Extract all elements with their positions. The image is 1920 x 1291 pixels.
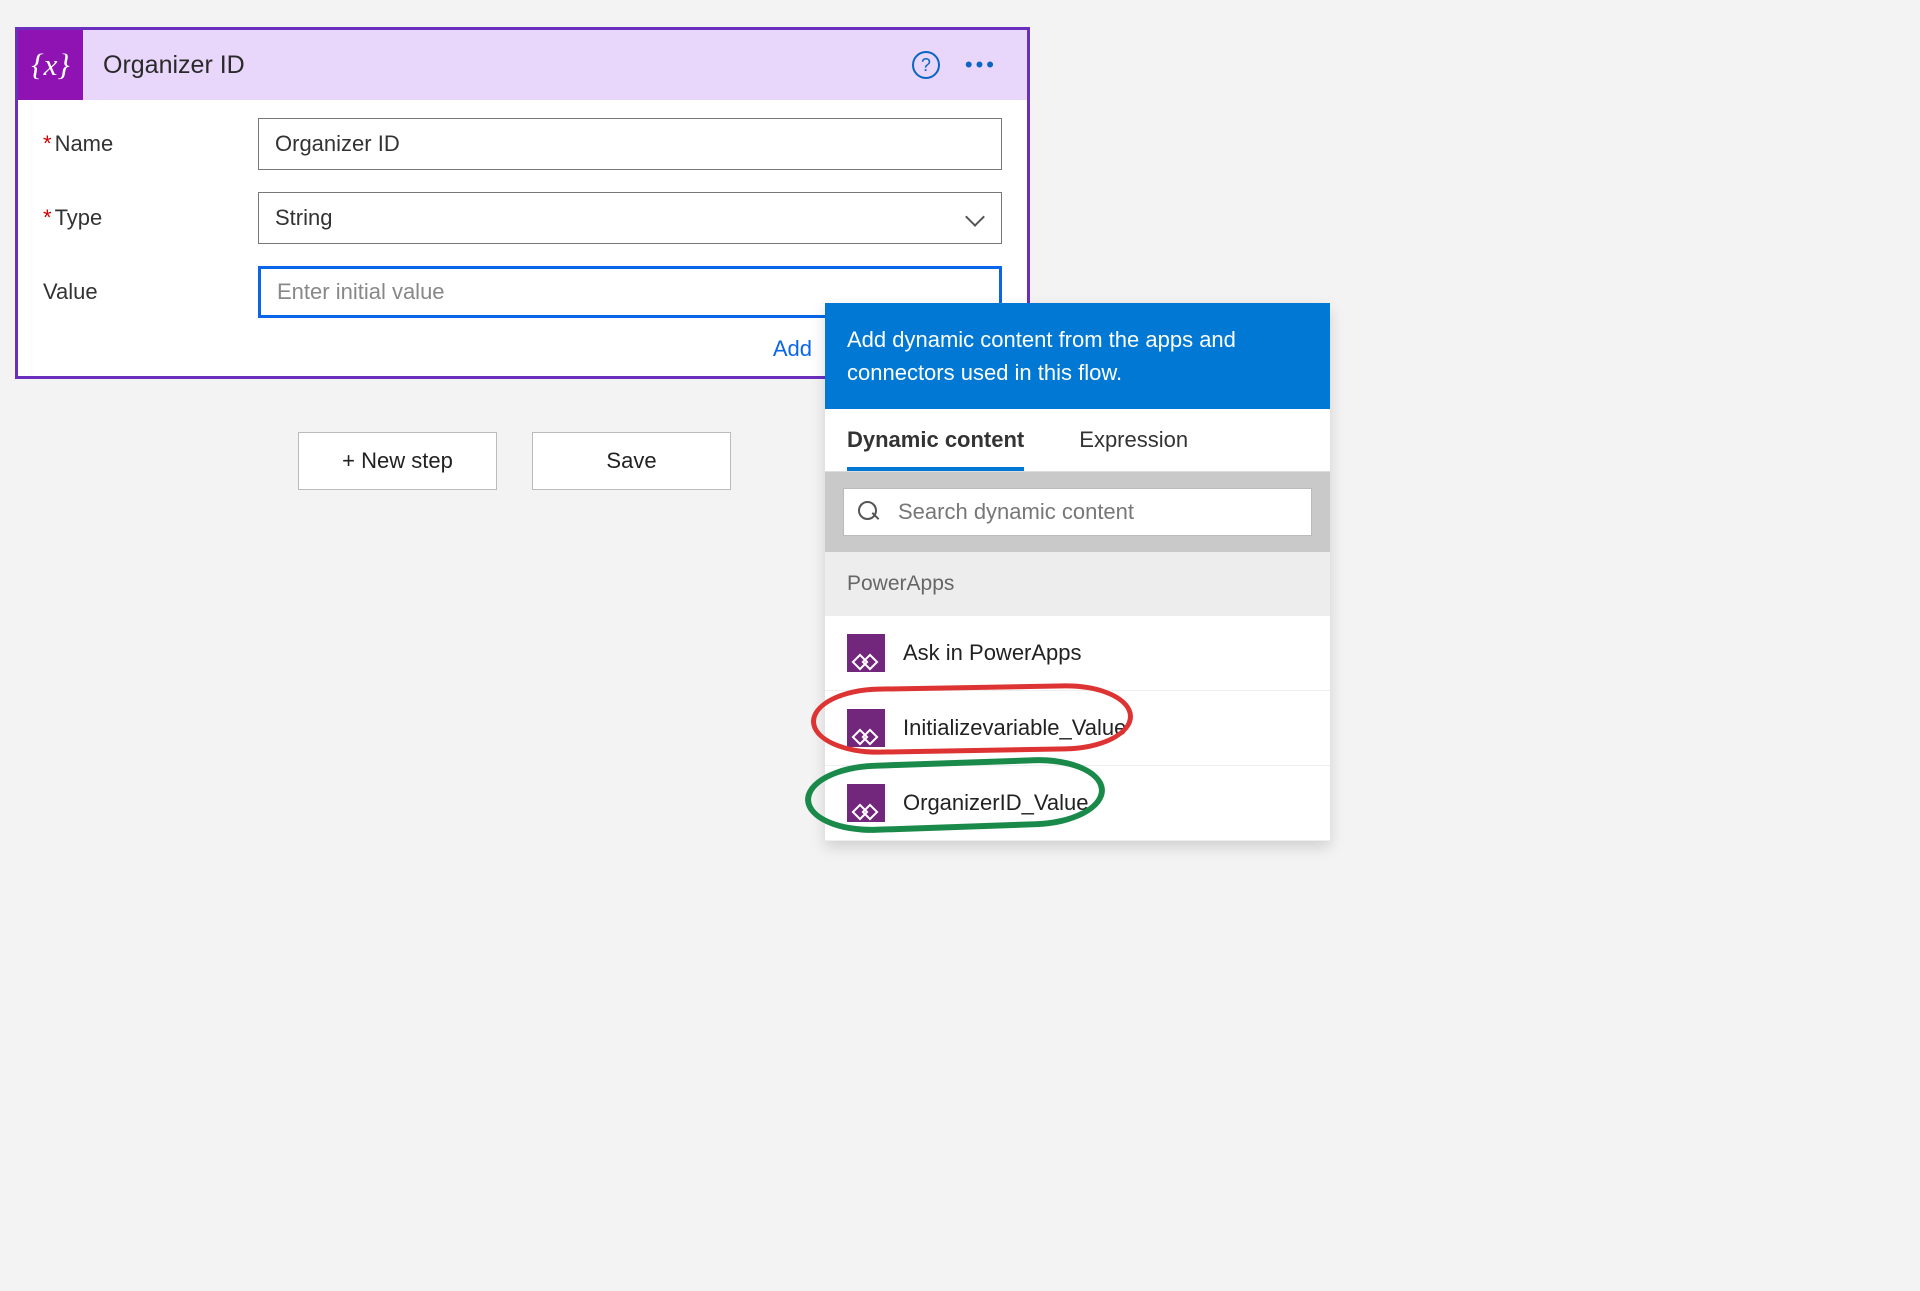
- powerapps-icon: [847, 784, 885, 822]
- dynamic-item-label: OrganizerID_Value: [903, 790, 1088, 816]
- save-button[interactable]: Save: [532, 432, 731, 490]
- dynamic-search-wrap: [825, 472, 1330, 552]
- dynamic-item-label: Ask in PowerApps: [903, 640, 1082, 666]
- card-title: Organizer ID: [83, 51, 912, 80]
- dynamic-item-orgid[interactable]: OrganizerID_Value: [825, 766, 1330, 841]
- tab-expression[interactable]: Expression: [1079, 427, 1188, 471]
- form-row-name: *Name Organizer ID: [43, 118, 1002, 170]
- new-step-button[interactable]: + New step: [298, 432, 497, 490]
- dynamic-search-input[interactable]: [898, 499, 1297, 525]
- card-body: *Name Organizer ID *Type String Value: [18, 100, 1027, 332]
- dynamic-content-header: Add dynamic content from the apps and co…: [825, 303, 1330, 409]
- help-icon[interactable]: ?: [912, 51, 940, 79]
- dynamic-item-label: Initializevariable_Value: [903, 715, 1126, 741]
- name-label: *Name: [43, 131, 258, 157]
- variable-icon: {x}: [18, 30, 83, 100]
- bottom-buttons: + New step Save: [298, 432, 731, 490]
- name-input[interactable]: Organizer ID: [258, 118, 1002, 170]
- dynamic-group-header: PowerApps: [825, 552, 1330, 616]
- dynamic-search: [843, 488, 1312, 536]
- search-icon: [858, 501, 880, 523]
- dynamic-content-panel: Add dynamic content from the apps and co…: [825, 303, 1330, 841]
- type-select[interactable]: String: [258, 192, 1002, 244]
- powerapps-icon: [847, 709, 885, 747]
- powerapps-icon: [847, 634, 885, 672]
- tab-dynamic-content[interactable]: Dynamic content: [847, 427, 1024, 471]
- type-label: *Type: [43, 205, 258, 231]
- dynamic-tabs: Dynamic content Expression: [825, 409, 1330, 472]
- value-label: Value: [43, 279, 258, 305]
- ellipsis-icon[interactable]: •••: [965, 52, 997, 78]
- chevron-down-icon: [965, 208, 985, 228]
- dynamic-item-initvar[interactable]: Initializevariable_Value: [825, 691, 1330, 766]
- form-row-type: *Type String: [43, 192, 1002, 244]
- dynamic-item-ask[interactable]: Ask in PowerApps: [825, 616, 1330, 691]
- card-header: {x} Organizer ID ? •••: [18, 30, 1027, 100]
